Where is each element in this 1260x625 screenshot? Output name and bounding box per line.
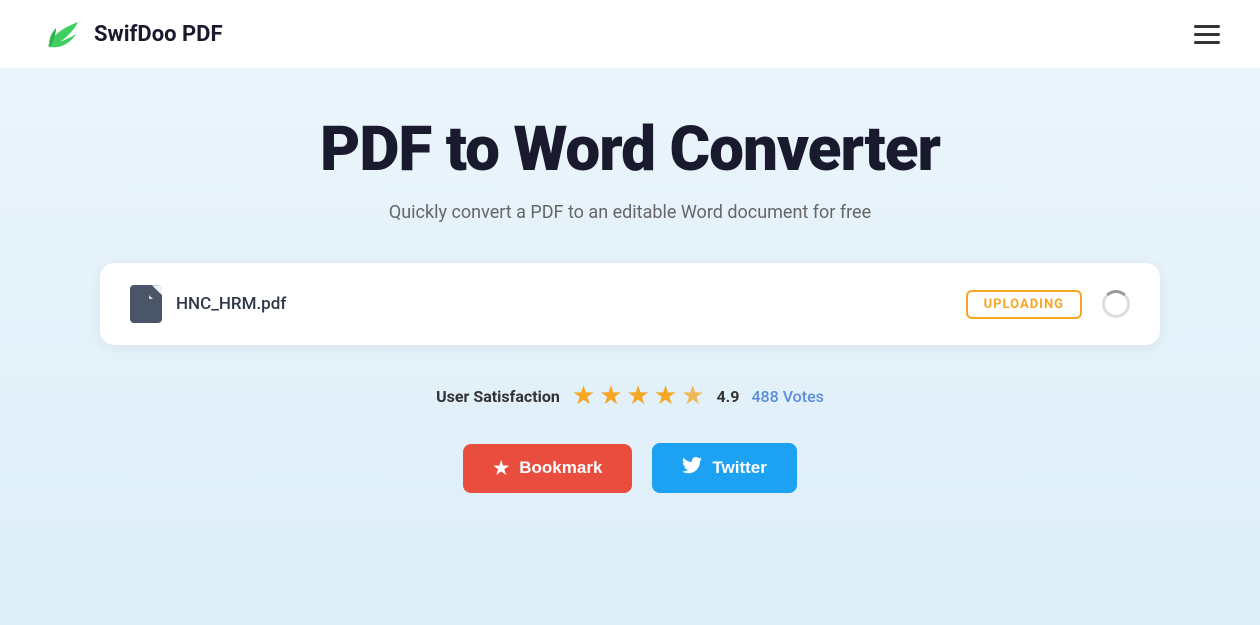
upload-right: UPLOADING bbox=[966, 290, 1130, 319]
loading-spinner bbox=[1102, 290, 1130, 318]
rating-score: 4.9 bbox=[716, 387, 739, 406]
navbar: SwifDoo PDF bbox=[0, 0, 1260, 68]
logo-icon bbox=[40, 12, 84, 56]
hero-subtitle: Quickly convert a PDF to an editable Wor… bbox=[40, 202, 1220, 223]
upload-box: HNC_HRM.pdf UPLOADING bbox=[100, 263, 1160, 345]
votes-count: 488 Votes bbox=[751, 387, 823, 406]
file-info: HNC_HRM.pdf bbox=[130, 285, 286, 323]
rating-label: User Satisfaction bbox=[436, 387, 560, 406]
hamburger-line-1 bbox=[1194, 25, 1220, 28]
star-5-half: ★ bbox=[681, 381, 704, 411]
bookmark-button[interactable]: ★ Bookmark bbox=[463, 444, 632, 493]
hamburger-line-3 bbox=[1194, 41, 1220, 44]
rating-row: User Satisfaction ★ ★ ★ ★ ★ 4.9 488 Vote… bbox=[40, 381, 1220, 411]
hero-section: PDF to Word Converter Quickly convert a … bbox=[0, 68, 1260, 625]
buttons-row: ★ Bookmark Twitter bbox=[40, 443, 1220, 493]
file-icon bbox=[130, 285, 162, 323]
file-name: HNC_HRM.pdf bbox=[176, 294, 286, 314]
star-2: ★ bbox=[599, 381, 622, 411]
bookmark-star-icon: ★ bbox=[493, 458, 509, 479]
page-title: PDF to Word Converter bbox=[40, 116, 1220, 184]
bookmark-label: Bookmark bbox=[519, 458, 602, 478]
star-3: ★ bbox=[627, 381, 650, 411]
brand-name: SwifDoo PDF bbox=[94, 22, 223, 47]
logo-area: SwifDoo PDF bbox=[40, 12, 223, 56]
stars-container: ★ ★ ★ ★ ★ bbox=[572, 381, 705, 411]
star-4: ★ bbox=[654, 381, 677, 411]
twitter-button[interactable]: Twitter bbox=[652, 443, 796, 493]
hamburger-menu[interactable] bbox=[1194, 25, 1220, 44]
upload-status-badge: UPLOADING bbox=[966, 290, 1082, 319]
star-1: ★ bbox=[572, 381, 595, 411]
twitter-bird-icon bbox=[682, 457, 702, 479]
twitter-label: Twitter bbox=[712, 458, 766, 478]
hamburger-line-2 bbox=[1194, 33, 1220, 36]
